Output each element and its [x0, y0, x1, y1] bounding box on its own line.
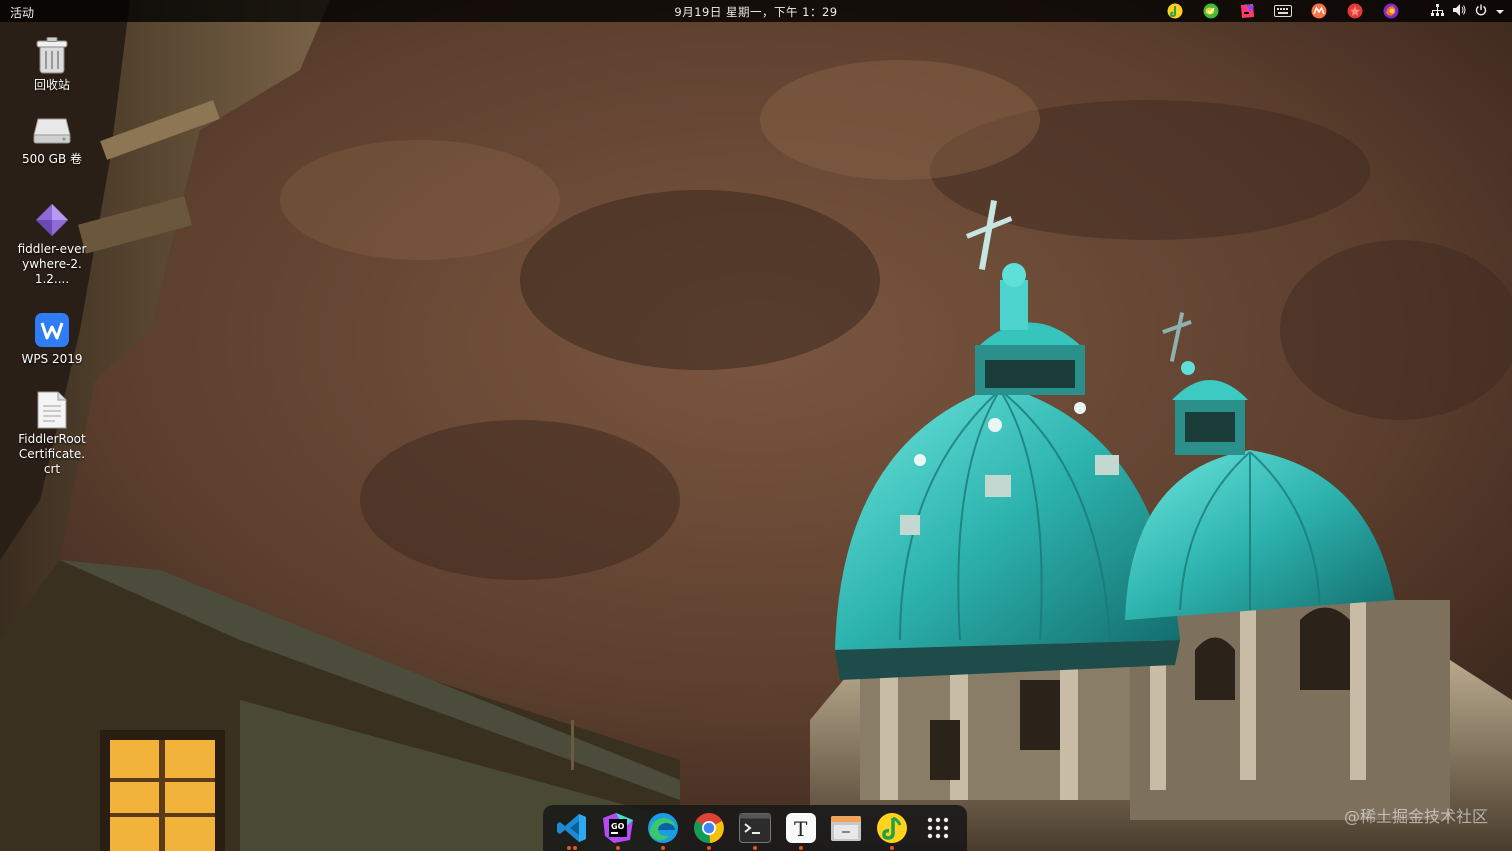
chrome-icon — [694, 813, 725, 844]
dock-item-goland[interactable]: GO — [599, 809, 637, 850]
qqmusic-icon — [877, 813, 908, 843]
qqmusic-icon[interactable] — [1166, 2, 1184, 20]
desktop-icon-wps[interactable]: WPS 2019 — [8, 310, 96, 367]
dock-item-chrome[interactable] — [690, 809, 728, 850]
dock-item-vscode[interactable] — [553, 809, 591, 850]
desktop-icon-trash[interactable]: 回收站 — [8, 36, 96, 93]
edge-icon — [648, 813, 679, 843]
goland-icon: GO — [602, 813, 633, 843]
certificate-file-icon — [32, 390, 72, 430]
dock-item-edge[interactable] — [644, 809, 682, 850]
dock-item-files[interactable] — [827, 809, 865, 847]
wechat-icon[interactable] — [1202, 2, 1220, 20]
wps-icon — [32, 310, 72, 350]
svg-text:T: T — [794, 817, 808, 841]
file-manager-icon — [831, 816, 862, 841]
system-tray — [1148, 0, 1504, 22]
chevron-down-icon — [1496, 4, 1504, 18]
keyboard-icon[interactable] — [1274, 2, 1292, 20]
desktop-icon-label: FiddlerRootCertificate.crt — [18, 432, 86, 476]
dock-item-terminal[interactable] — [736, 809, 774, 850]
vscode-icon — [556, 814, 586, 842]
desktop-icon-label: 500 GB 卷 — [21, 152, 83, 166]
drive-icon — [32, 110, 72, 150]
trash-icon — [32, 36, 72, 76]
power-icon — [1475, 4, 1487, 19]
desktop-icon-label: WPS 2019 — [21, 352, 83, 366]
desktop-icon-fiddler[interactable]: fiddler-everywhere-2.1.2.... — [8, 200, 96, 287]
dock: GO T — [543, 805, 967, 851]
jetbrains-toolbox-icon[interactable] — [1238, 2, 1256, 20]
show-apps-button[interactable] — [919, 809, 957, 847]
svg-text:GO: GO — [611, 822, 625, 831]
dock-item-qqmusic[interactable] — [873, 809, 911, 850]
watermark: @稀土掘金技术社区 — [1343, 807, 1488, 826]
system-status-area[interactable] — [1422, 3, 1504, 19]
desktop-icon-label: 回收站 — [33, 78, 70, 92]
top-bar: 活动 9月19日 星期一，下午 1：29 — [0, 0, 1512, 22]
terminal-icon — [738, 813, 771, 843]
maps-icon[interactable] — [1310, 2, 1328, 20]
desktop-icon-drive[interactable]: 500 GB 卷 — [8, 110, 96, 167]
desktop-wallpaper — [0, 0, 1512, 851]
desktop-icon-label: fiddler-everywhere-2.1.2.... — [17, 242, 87, 286]
show-apps-icon — [927, 817, 949, 839]
desktop-icon-certificate[interactable]: FiddlerRootCertificate.crt — [8, 390, 96, 477]
typora-icon: T — [785, 813, 816, 843]
firefox-icon[interactable] — [1382, 2, 1400, 20]
dock-item-typora[interactable]: T — [782, 809, 820, 850]
volume-icon — [1453, 3, 1466, 19]
screenshot-icon[interactable] — [1346, 2, 1364, 20]
network-icon — [1431, 3, 1444, 19]
fiddler-icon — [32, 200, 72, 240]
